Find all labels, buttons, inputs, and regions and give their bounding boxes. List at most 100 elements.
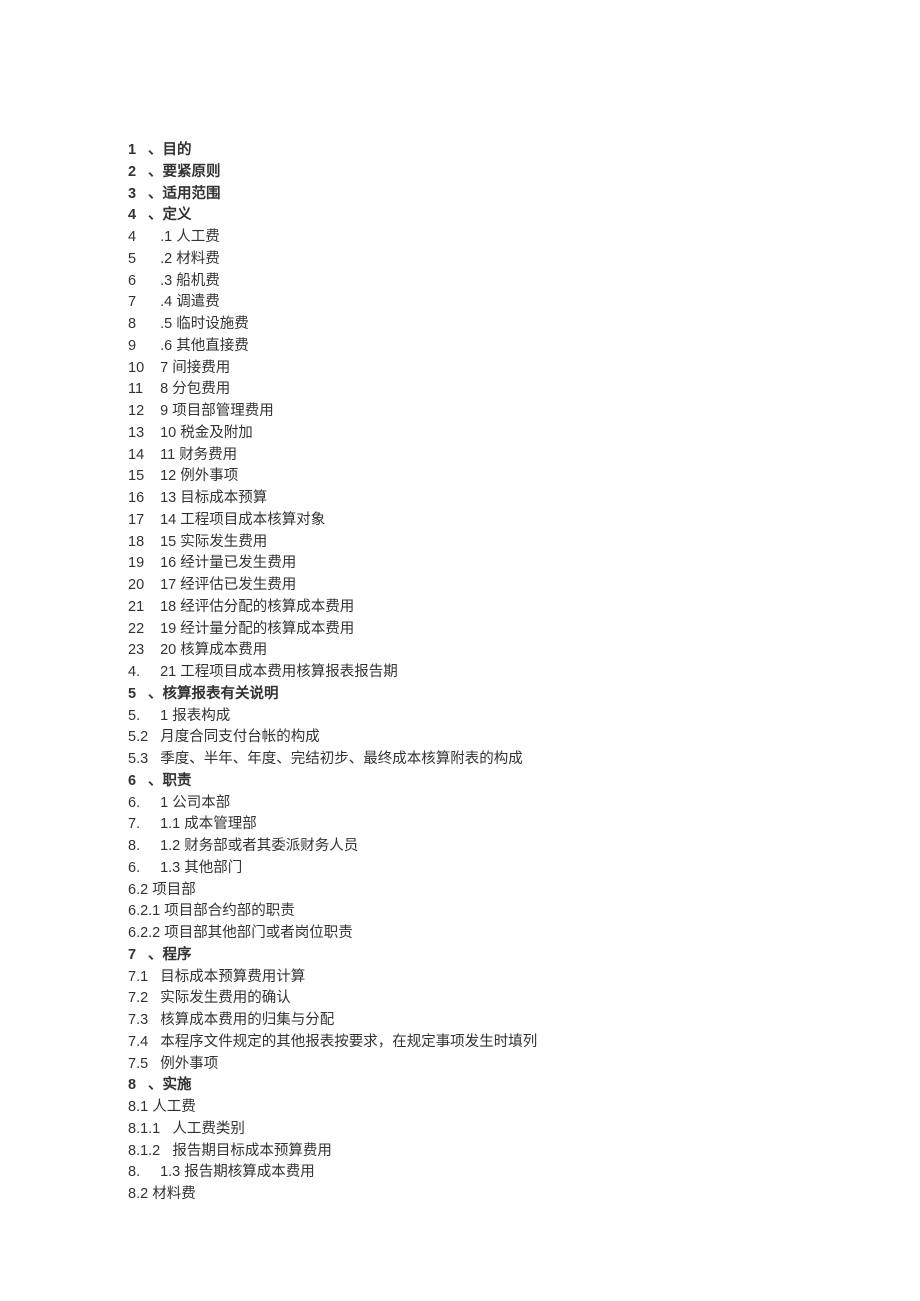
- toc-number: 4: [128, 227, 148, 249]
- toc-entry: 8. 1.3 报告期核算成本费用: [128, 1162, 920, 1184]
- toc-text: 例外事项: [160, 1054, 218, 1076]
- toc-text: 调遣费: [176, 292, 220, 314]
- toc-text: 工程项目成本费用核算报表报告期: [180, 662, 398, 684]
- toc-number: 5.3: [128, 749, 148, 771]
- toc-text: 成本管理部: [184, 814, 257, 836]
- toc-number: 3: [128, 184, 148, 206]
- toc-number: 5: [128, 249, 148, 271]
- toc-text: 经评估分配的核算成本费用: [180, 597, 354, 619]
- toc-separator: 、: [148, 945, 163, 967]
- toc-text: 本程序文件规定的其他报表按要求，在规定事项发生时填列: [160, 1032, 537, 1054]
- toc-sub-number: .4: [160, 292, 172, 314]
- toc-text: 船机费: [176, 271, 220, 293]
- toc-entry: 7.1 目标成本预算费用计算: [128, 967, 920, 989]
- toc-entry: 1、目的: [128, 140, 920, 162]
- toc-sub-number: 13: [160, 488, 176, 510]
- toc-number: 16: [128, 488, 148, 510]
- toc-sub-number: 1.2: [160, 836, 180, 858]
- toc-text: 核算报表有关说明: [163, 684, 279, 706]
- toc-entry: 13 10 税金及附加: [128, 423, 920, 445]
- toc-entry: 17 14 工程项目成本核算对象: [128, 510, 920, 532]
- toc-text: 目标成本预算费用计算: [160, 967, 305, 989]
- toc-entry: 14 11 财务费用: [128, 445, 920, 467]
- toc-separator: 、: [148, 140, 163, 162]
- toc-number: 14: [128, 445, 148, 467]
- toc-number: 7.5: [128, 1054, 148, 1076]
- toc-sub-number: 8: [160, 379, 168, 401]
- table-of-contents: 1、目的2、要紧原则3、适用范围4、定义4 .1 人工费5 .2 材料费6 .3…: [128, 140, 920, 1206]
- toc-sub-number: 10: [160, 423, 176, 445]
- toc-separator: 、: [148, 162, 163, 184]
- toc-number: 11: [128, 379, 148, 401]
- toc-number: 12: [128, 401, 148, 423]
- toc-entry: 6. 1.3 其他部门: [128, 858, 920, 880]
- toc-text: 实际发生费用的确认: [160, 988, 291, 1010]
- toc-number: 21: [128, 597, 148, 619]
- toc-number: 5.: [128, 706, 148, 728]
- toc-sub-number: 11: [160, 445, 175, 467]
- toc-number: 8.2: [128, 1184, 148, 1206]
- toc-entry: 6 .3 船机费: [128, 271, 920, 293]
- toc-number: 8.1: [128, 1097, 148, 1119]
- toc-text: 财务部或者其委派财务人员: [184, 836, 358, 858]
- toc-number: 6.2: [128, 880, 148, 902]
- toc-number: 8.: [128, 836, 148, 858]
- toc-text: 报表构成: [172, 706, 230, 728]
- toc-text: 目标成本预算: [180, 488, 267, 510]
- toc-sub-number: 15: [160, 532, 176, 554]
- toc-number: 7: [128, 945, 148, 967]
- toc-sub-number: .1: [160, 227, 172, 249]
- toc-entry: 6.2.1 项目部合约部的职责: [128, 901, 920, 923]
- toc-entry: 5、核算报表有关说明: [128, 684, 920, 706]
- toc-number: 9: [128, 336, 148, 358]
- toc-text: 其他直接费: [176, 336, 249, 358]
- toc-number: 17: [128, 510, 148, 532]
- toc-number: 10: [128, 358, 148, 380]
- toc-text: 经计量已发生费用: [180, 553, 296, 575]
- toc-entry: 15 12 例外事项: [128, 466, 920, 488]
- toc-entry: 8 .5 临时设施费: [128, 314, 920, 336]
- toc-number: 7.: [128, 814, 148, 836]
- toc-sub-number: 21: [160, 662, 176, 684]
- toc-number: 7: [128, 292, 148, 314]
- toc-text: 人工费: [176, 227, 220, 249]
- toc-separator: 、: [148, 205, 163, 227]
- toc-text: 例外事项: [180, 466, 238, 488]
- toc-text: 临时设施费: [176, 314, 249, 336]
- toc-number: 15: [128, 466, 148, 488]
- toc-sub-number: 12: [160, 466, 176, 488]
- toc-entry: 19 16 经计量已发生费用: [128, 553, 920, 575]
- toc-number: 7.3: [128, 1010, 148, 1032]
- toc-sub-number: .3: [160, 271, 172, 293]
- toc-entry: 12 9 项目部管理费用: [128, 401, 920, 423]
- toc-entry: 5.2 月度合同支付台帐的构成: [128, 727, 920, 749]
- toc-number: 20: [128, 575, 148, 597]
- toc-text: 实施: [163, 1075, 192, 1097]
- toc-number: 8.1.2: [128, 1141, 160, 1163]
- toc-entry: 7 .4 调遣费: [128, 292, 920, 314]
- toc-number: 19: [128, 553, 148, 575]
- toc-number: 6.2.2: [128, 923, 160, 945]
- toc-number: 4.: [128, 662, 148, 684]
- toc-text: 实际发生费用: [180, 532, 267, 554]
- toc-entry: 8、实施: [128, 1075, 920, 1097]
- toc-text: 经评估已发生费用: [180, 575, 296, 597]
- toc-entry: 18 15 实际发生费用: [128, 532, 920, 554]
- toc-entry: 8. 1.2 财务部或者其委派财务人员: [128, 836, 920, 858]
- toc-entry: 5. 1 报表构成: [128, 706, 920, 728]
- toc-text: 月度合同支付台帐的构成: [160, 727, 320, 749]
- toc-text: 项目部管理费用: [172, 401, 274, 423]
- toc-entry: 6.2.2 项目部其他部门或者岗位职责: [128, 923, 920, 945]
- toc-number: 23: [128, 640, 148, 662]
- toc-text: 定义: [163, 205, 192, 227]
- toc-entry: 6. 1 公司本部: [128, 793, 920, 815]
- toc-number: 6: [128, 271, 148, 293]
- toc-number: 6.2.1: [128, 901, 160, 923]
- toc-entry: 21 18 经评估分配的核算成本费用: [128, 597, 920, 619]
- toc-entry: 6.2 项目部: [128, 880, 920, 902]
- toc-text: 间接费用: [172, 358, 230, 380]
- toc-separator: 、: [148, 684, 163, 706]
- toc-number: 7.4: [128, 1032, 148, 1054]
- toc-sub-number: .5: [160, 314, 172, 336]
- toc-text: 财务费用: [179, 445, 237, 467]
